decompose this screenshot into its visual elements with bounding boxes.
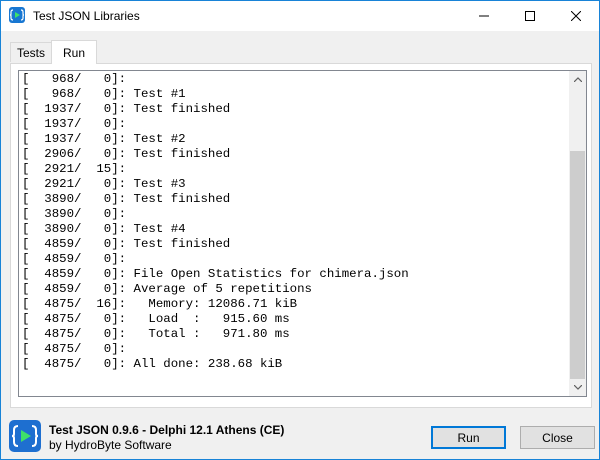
title-bar[interactable]: Test JSON Libraries <box>1 1 599 31</box>
log-line: [ 4875/ 0]: Total : 971.80 ms <box>22 327 290 341</box>
footer: Test JSON 0.9.6 - Delphi 12.1 Athens (CE… <box>1 414 599 459</box>
log-line: [ 1937/ 0]: <box>22 117 127 131</box>
chevron-up-icon <box>573 77 582 82</box>
log-line: [ 968/ 0]: <box>22 72 127 86</box>
chevron-down-icon <box>573 385 582 390</box>
log-line: [ 4875/ 0]: All done: 238.68 kiB <box>22 357 283 371</box>
app-icon <box>9 7 25 23</box>
close-window-button[interactable] <box>553 1 599 31</box>
scroll-up-button[interactable] <box>569 71 586 88</box>
minimize-icon <box>479 15 489 17</box>
product-name: Test JSON 0.9.6 - Delphi 12.1 Athens (CE… <box>49 423 285 437</box>
log-line: [ 4859/ 0]: File Open Statistics for chi… <box>22 267 409 281</box>
log-lines: [ 968/ 0]:[ 968/ 0]: Test #1[ 1937/ 0]: … <box>22 72 567 372</box>
vertical-scrollbar[interactable] <box>569 71 586 396</box>
maximize-icon <box>525 11 535 21</box>
log-line: [ 3890/ 0]: Test #4 <box>22 222 186 236</box>
log-line: [ 4859/ 0]: Test finished <box>22 237 231 251</box>
log-line: [ 2906/ 0]: Test finished <box>22 147 231 161</box>
tab-tests[interactable]: Tests <box>10 42 52 62</box>
log-line: [ 4875/ 0]: Load : 915.60 ms <box>22 312 290 326</box>
log-line: [ 4875/ 0]: <box>22 342 127 356</box>
log-line: [ 4859/ 0]: <box>22 252 127 266</box>
app-logo <box>9 420 41 452</box>
tab-run[interactable]: Run <box>51 40 97 64</box>
log-line: [ 3890/ 0]: Test finished <box>22 192 231 206</box>
log-line: [ 1937/ 0]: Test #2 <box>22 132 186 146</box>
maximize-button[interactable] <box>507 1 553 31</box>
close-button[interactable]: Close <box>520 426 595 449</box>
run-tab-page: [ 968/ 0]:[ 968/ 0]: Test #1[ 1937/ 0]: … <box>10 63 592 408</box>
log-output[interactable]: [ 968/ 0]:[ 968/ 0]: Test #1[ 1937/ 0]: … <box>18 70 587 397</box>
log-line: [ 4859/ 0]: Average of 5 repetitions <box>22 282 312 296</box>
minimize-button[interactable] <box>461 1 507 31</box>
log-line: [ 1937/ 0]: Test finished <box>22 102 231 116</box>
log-line: [ 3890/ 0]: <box>22 207 127 221</box>
scroll-thumb[interactable] <box>570 151 585 379</box>
scroll-down-button[interactable] <box>569 379 586 396</box>
company-name: by HydroByte Software <box>49 438 172 452</box>
log-line: [ 2921/ 0]: Test #3 <box>22 177 186 191</box>
window-title: Test JSON Libraries <box>33 9 140 23</box>
log-line: [ 968/ 0]: Test #1 <box>22 87 186 101</box>
run-button[interactable]: Run <box>431 426 506 449</box>
main-window: Test JSON Libraries Tests Run [ 968/ 0]:… <box>0 0 600 460</box>
log-line: [ 2921/ 15]: <box>22 162 127 176</box>
log-line: [ 4875/ 16]: Memory: 12086.71 kiB <box>22 297 298 311</box>
close-icon <box>571 11 581 21</box>
tab-strip: Tests Run <box>10 40 592 64</box>
